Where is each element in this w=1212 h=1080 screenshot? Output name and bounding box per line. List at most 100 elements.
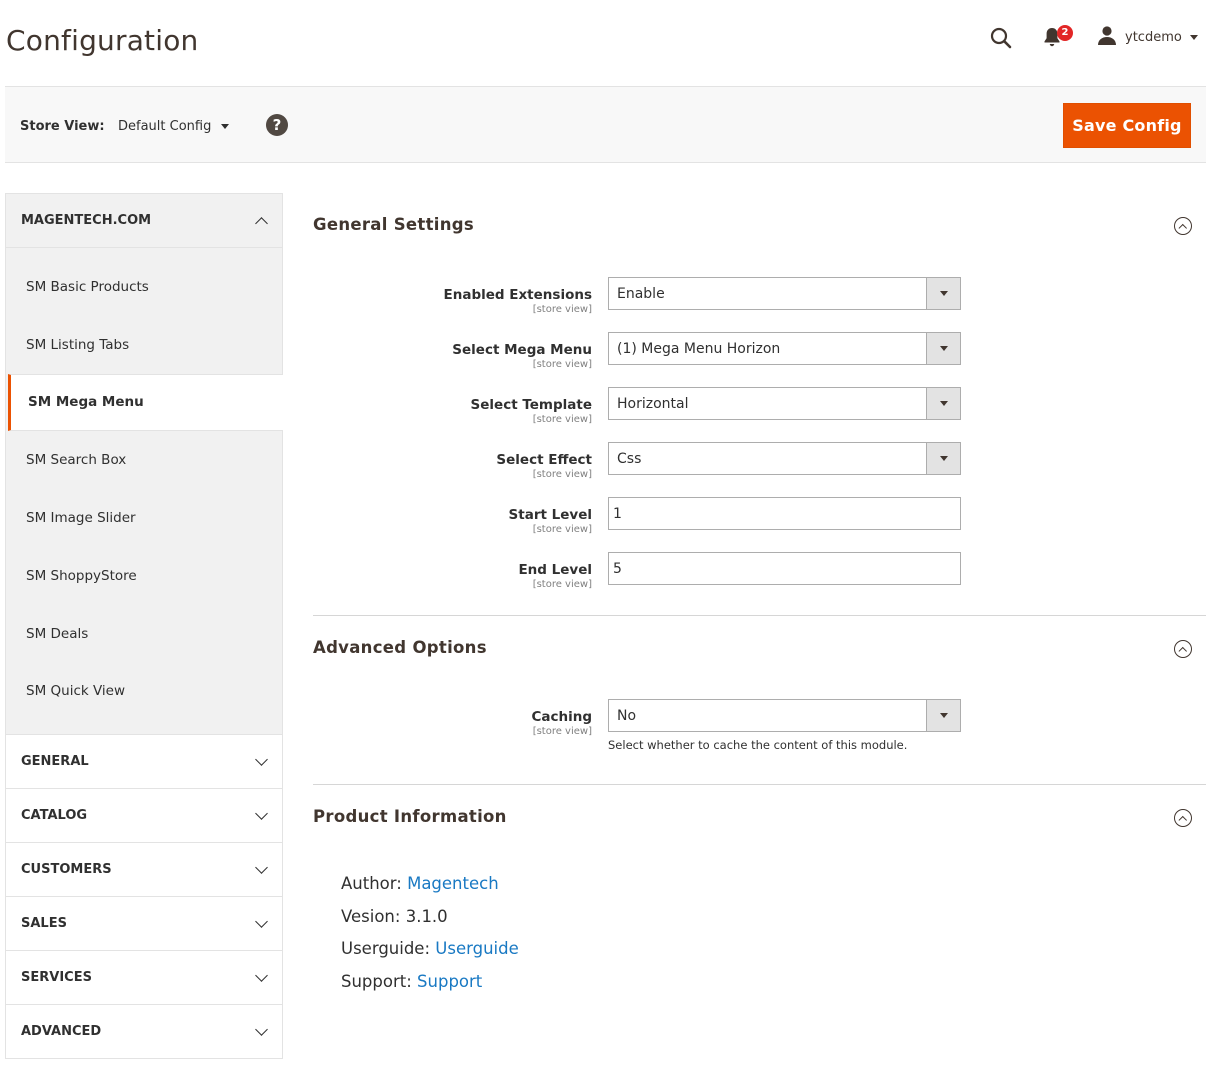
save-config-button[interactable]: Save Config bbox=[1063, 103, 1191, 148]
sidebar-item-sm-quick-view[interactable]: SM Quick View bbox=[6, 663, 282, 721]
collapse-circle-icon[interactable] bbox=[1174, 217, 1192, 235]
sidebar-item-sm-image-slider[interactable]: SM Image Slider bbox=[6, 489, 282, 547]
support-line: Support: Support bbox=[341, 966, 1206, 999]
notification-count-badge: 2 bbox=[1057, 25, 1073, 41]
field-row-enabled-extensions: Enabled Extensions [store view] Enable bbox=[313, 277, 1206, 332]
search-icon[interactable] bbox=[989, 26, 1013, 50]
sidebar-group-advanced[interactable]: ADVANCED bbox=[6, 1005, 282, 1060]
sidebar-item-sm-shoppystore[interactable]: SM ShoppyStore bbox=[6, 547, 282, 605]
sidebar-sub-list: SM Basic Products SM Listing Tabs SM Meg… bbox=[6, 248, 283, 736]
field-row-caching: Caching [store view] No Select whether t… bbox=[313, 699, 1206, 761]
section-title: Advanced Options bbox=[313, 638, 487, 657]
user-menu[interactable]: ytcdemo bbox=[1097, 25, 1198, 49]
help-icon[interactable]: ? bbox=[266, 114, 288, 136]
sidebar-group-sales[interactable]: SALES bbox=[6, 897, 282, 952]
sidebar-item-sm-search-box[interactable]: SM Search Box bbox=[6, 431, 282, 489]
sidebar-item-sm-listing-tabs[interactable]: SM Listing Tabs bbox=[6, 316, 282, 374]
section-advanced-options: Advanced Options Caching [store view] No… bbox=[313, 616, 1206, 784]
collapse-circle-icon[interactable] bbox=[1174, 640, 1192, 658]
field-label: Select Effect bbox=[496, 452, 592, 468]
author-label: Author: bbox=[341, 874, 402, 893]
dropdown-arrow-icon bbox=[926, 700, 960, 731]
field-row-start-level: Start Level [store view] 1 bbox=[313, 497, 1206, 552]
user-icon bbox=[1097, 25, 1117, 49]
caching-select[interactable]: No bbox=[608, 699, 961, 732]
section-title: Product Information bbox=[313, 807, 507, 826]
mega-menu-select[interactable]: (1) Mega Menu Horizon bbox=[608, 332, 961, 365]
section-general-settings: General Settings Enabled Extensions [sto… bbox=[313, 193, 1206, 615]
store-view-value: Default Config bbox=[118, 119, 212, 134]
section-header[interactable]: General Settings bbox=[313, 193, 1206, 253]
field-label: Select Template bbox=[470, 397, 592, 413]
field-label: Enabled Extensions bbox=[443, 287, 593, 303]
field-note: Select whether to cache the content of t… bbox=[608, 738, 908, 752]
sidebar-group-label: SALES bbox=[21, 916, 67, 932]
select-value: (1) Mega Menu Horizon bbox=[617, 340, 781, 357]
chevron-up-icon bbox=[255, 216, 268, 230]
notifications-bell[interactable]: 2 bbox=[1043, 25, 1073, 50]
sidebar-group-services[interactable]: SERVICES bbox=[6, 951, 282, 1006]
version-line: Vesion: 3.1.0 bbox=[341, 906, 448, 926]
author-line: Author: Magentech bbox=[341, 868, 1206, 901]
sidebar-item-sm-deals[interactable]: SM Deals bbox=[6, 605, 282, 663]
dropdown-arrow-icon bbox=[926, 333, 960, 364]
section-product-information: Product Information Author: Magentech Ve… bbox=[313, 785, 1206, 999]
dropdown-arrow-icon bbox=[926, 443, 960, 474]
chevron-down-icon bbox=[255, 861, 268, 874]
sidebar-group-label: SERVICES bbox=[21, 970, 92, 986]
section-header[interactable]: Product Information bbox=[313, 785, 1206, 845]
sidebar-group-customers[interactable]: CUSTOMERS bbox=[6, 843, 282, 898]
config-sidebar: MAGENTECH.COM SM Basic Products SM Listi… bbox=[5, 193, 283, 1060]
sidebar-group-label: CUSTOMERS bbox=[21, 862, 112, 878]
start-level-input[interactable]: 1 bbox=[608, 497, 961, 530]
select-value: Horizontal bbox=[617, 395, 689, 412]
field-scope: [store view] bbox=[532, 359, 592, 370]
chevron-down-icon bbox=[255, 753, 268, 766]
field-label: Caching bbox=[531, 709, 592, 725]
sidebar-group-label: CATALOG bbox=[21, 808, 88, 824]
field-scope: [store view] bbox=[532, 726, 592, 737]
sidebar-item-sm-mega-menu[interactable]: SM Mega Menu bbox=[8, 373, 283, 432]
sidebar-item-sm-basic-products[interactable]: SM Basic Products bbox=[6, 258, 282, 316]
chevron-down-icon bbox=[221, 124, 230, 129]
chevron-down-icon bbox=[255, 807, 268, 820]
store-view-label: Store View: bbox=[20, 119, 105, 134]
field-row-select-mega-menu: Select Mega Menu [store view] (1) Mega M… bbox=[313, 332, 1206, 387]
page-header: Configuration 2 ytcdemo bbox=[0, 0, 1212, 86]
userguide-line: Userguide: Userguide bbox=[341, 933, 1206, 966]
chevron-down-icon bbox=[1189, 34, 1198, 40]
field-row-select-effect: Select Effect [store view] Css bbox=[313, 442, 1206, 497]
userguide-link[interactable]: Userguide bbox=[435, 939, 518, 958]
template-select[interactable]: Horizontal bbox=[608, 387, 961, 420]
field-scope: [store view] bbox=[532, 524, 592, 535]
section-header[interactable]: Advanced Options bbox=[313, 616, 1206, 676]
dropdown-arrow-icon bbox=[926, 278, 960, 309]
end-level-input[interactable]: 5 bbox=[608, 552, 961, 585]
chevron-down-icon bbox=[255, 915, 268, 928]
store-view-switcher[interactable]: Default Config bbox=[118, 119, 230, 134]
chevron-down-icon bbox=[255, 1023, 268, 1036]
support-label: Support: bbox=[341, 972, 412, 992]
dropdown-arrow-icon bbox=[926, 388, 960, 419]
collapse-circle-icon[interactable] bbox=[1174, 809, 1192, 827]
sidebar-group-label: ADVANCED bbox=[21, 1024, 102, 1040]
author-link[interactable]: Magentech bbox=[407, 874, 499, 893]
field-scope: [store view] bbox=[532, 304, 592, 315]
field-scope: [store view] bbox=[532, 469, 592, 480]
sidebar-group-label: GENERAL bbox=[21, 754, 89, 770]
sidebar-group-general[interactable]: GENERAL bbox=[6, 735, 282, 790]
support-link[interactable]: Support bbox=[417, 972, 482, 991]
sidebar-group-label: MAGENTECH.COM bbox=[21, 213, 152, 228]
effect-select[interactable]: Css bbox=[608, 442, 961, 475]
sidebar-group-magentech[interactable]: MAGENTECH.COM bbox=[6, 194, 282, 248]
field-label: Select Mega Menu bbox=[452, 342, 592, 358]
field-scope: [store view] bbox=[532, 414, 592, 425]
enabled-extensions-select[interactable]: Enable bbox=[608, 277, 961, 310]
chevron-down-icon bbox=[255, 969, 268, 982]
field-scope: [store view] bbox=[532, 579, 592, 590]
store-view-bar: Store View: Default Config ? Save Config bbox=[5, 86, 1206, 163]
userguide-label: Userguide: bbox=[341, 939, 431, 959]
field-label: End Level bbox=[518, 562, 592, 578]
sidebar-group-catalog[interactable]: CATALOG bbox=[6, 789, 282, 844]
username: ytcdemo bbox=[1125, 29, 1182, 45]
